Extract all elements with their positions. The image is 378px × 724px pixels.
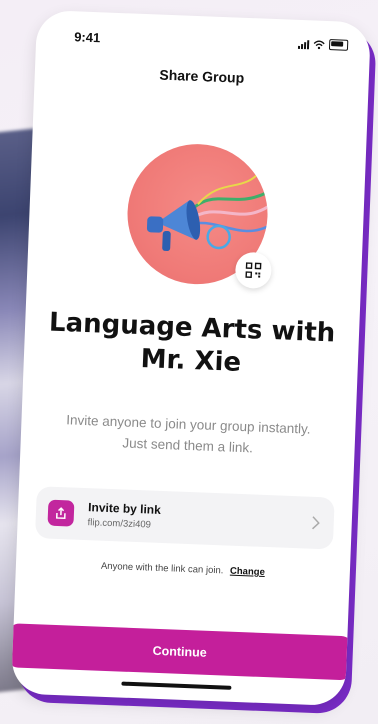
share-group-screen: 9:41 Share Group Language Arts with Mr. … — [10, 9, 372, 707]
home-indicator — [121, 681, 232, 690]
invite-title: Invite by link — [87, 500, 162, 517]
wifi-icon — [313, 39, 325, 49]
link-access-note: Anyone with the link can join. Change — [16, 557, 350, 581]
chevron-right-icon — [312, 516, 320, 530]
invite-text: Invite by link flip.com/3zi409 — [87, 500, 161, 531]
access-text: Anyone with the link can join. — [100, 560, 224, 577]
qr-code-icon — [245, 262, 262, 278]
invite-description: Invite anyone to join your group instant… — [66, 412, 311, 456]
change-access-link[interactable]: Change — [230, 566, 265, 578]
continue-button[interactable]: Continue — [10, 623, 354, 681]
invite-by-link-row[interactable]: Invite by link flip.com/3zi409 — [34, 486, 335, 550]
invite-link: flip.com/3zi409 — [87, 517, 152, 531]
status-time: 9:41 — [73, 29, 101, 46]
status-icons — [297, 38, 349, 51]
battery-icon — [328, 39, 349, 51]
share-icon — [47, 499, 75, 527]
signal-icon — [297, 38, 310, 49]
page-title: Share Group — [159, 66, 245, 86]
group-name: Language Arts with Mr. Xie — [48, 307, 336, 378]
phone-frame: 9:41 Share Group Language Arts with Mr. … — [10, 9, 377, 715]
qr-code-button[interactable] — [234, 251, 273, 290]
